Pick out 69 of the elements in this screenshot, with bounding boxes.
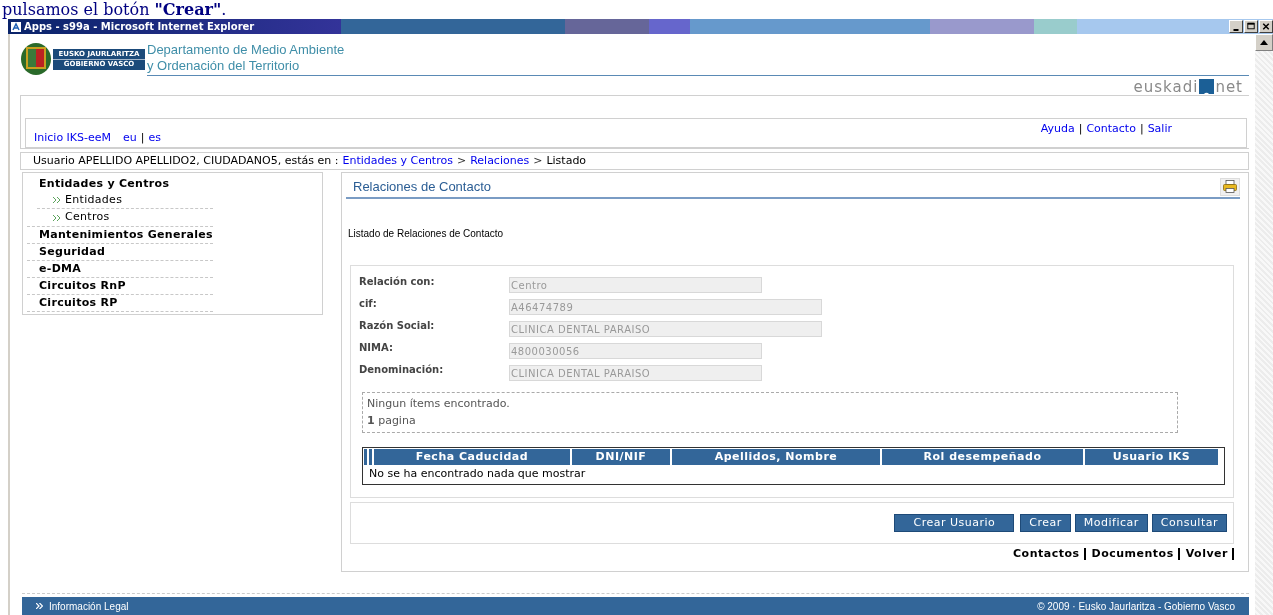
field-label: Razón Social:: [359, 319, 436, 333]
separator-text: |: [1139, 121, 1144, 137]
action-button[interactable]: Crear: [1020, 514, 1071, 532]
sidebar-subitem[interactable]: Entidades: [65, 191, 123, 209]
home-link[interactable]: Inicio IKS-eeM: [34, 129, 112, 146]
maximize-icon: [1245, 21, 1257, 32]
field-label: Relación con:: [359, 275, 436, 289]
double-chevron-icon: [36, 603, 43, 609]
breadcrumb-separator: >: [456, 152, 467, 169]
minimize-button[interactable]: [1229, 20, 1243, 33]
sidebar-item[interactable]: Circuitos RnP: [27, 278, 213, 294]
panel-subtitle: Listado de Relaciones de Contacto: [347, 227, 505, 241]
column-header[interactable]: Usuario IKS: [1085, 449, 1218, 465]
sidebar-item[interactable]: Mantenimientos Generales: [27, 227, 213, 243]
maximize-button[interactable]: [1244, 20, 1258, 33]
breadcrumb-separator: >: [533, 152, 543, 169]
language-link[interactable]: es: [148, 129, 161, 146]
scroll-up-button[interactable]: [1255, 34, 1273, 51]
department-name: Departamento de Medio Ambiente: [147, 42, 345, 58]
print-button[interactable]: [1220, 177, 1240, 196]
page-count: 1 pagina: [367, 413, 417, 429]
separator-text: |: [1078, 121, 1083, 137]
sidebar-item[interactable]: e-DMA: [27, 261, 213, 277]
footer-link[interactable]: Contactos: [1013, 548, 1086, 560]
empty-table-message: No se ha encontrado nada que mostrar: [368, 466, 587, 482]
portal-mark-icon: [1199, 79, 1215, 94]
header-link[interactable]: Contacto: [1086, 121, 1136, 138]
browser-icon: [10, 20, 22, 33]
user-greeting: Usuario APELLIDO APELLIDO2, CIUDADANO5, estás en :: [33, 152, 339, 169]
breadcrumb-link[interactable]: Entidades y Centros: [342, 152, 453, 170]
department-name: y Ordenación del Territorio: [147, 58, 300, 74]
close-icon: [1260, 21, 1272, 32]
action-button[interactable]: Crear Usuario: [894, 514, 1015, 532]
double-chevron-icon: [53, 197, 61, 203]
results-message: Ningun ítems encontrado.: [367, 396, 511, 412]
breadcrumb-link[interactable]: Relaciones: [470, 152, 530, 170]
double-chevron-icon: [53, 214, 61, 221]
footer-link[interactable]: Volver: [1185, 548, 1234, 560]
close-button[interactable]: [1259, 20, 1273, 33]
field-label: NIMA:: [359, 341, 394, 355]
sidebar-item[interactable]: Seguridad: [27, 244, 213, 260]
portal-logo-text: net: [1215, 80, 1243, 94]
language-link[interactable]: eu: [123, 129, 137, 146]
footer-link[interactable]: Documentos: [1091, 548, 1180, 560]
scrollbar[interactable]: [1255, 34, 1273, 615]
coat-of-arms-icon: [20, 42, 52, 76]
minimize-icon: [1233, 28, 1239, 31]
action-button[interactable]: Modificar: [1074, 514, 1148, 532]
action-button[interactable]: Consultar: [1151, 514, 1227, 532]
column-header[interactable]: DNI/NIF: [572, 449, 670, 465]
separator-text: |: [140, 129, 145, 146]
header-link[interactable]: Ayuda: [1040, 121, 1075, 138]
window-title: Apps - s99a - Microsoft Internet Explorer: [24, 21, 255, 32]
caption-text: pulsamos el botón "Crear".: [1, 0, 227, 19]
sidebar-item[interactable]: Entidades y Centros: [27, 176, 213, 192]
sidebar-subitem[interactable]: Centros: [65, 209, 110, 226]
header-link[interactable]: Salir: [1147, 121, 1172, 138]
field-label: cif:: [359, 297, 378, 311]
panel-title: Relaciones de Contacto: [353, 177, 492, 196]
column-header[interactable]: Fecha Caducidad: [374, 449, 570, 465]
column-header[interactable]: Apellidos, Nombre: [672, 449, 880, 465]
breadcrumb-current: Listado: [546, 152, 587, 169]
sidebar-item[interactable]: Circuitos RP: [27, 295, 213, 311]
arrow-up-icon: [1260, 40, 1268, 45]
legal-info-link[interactable]: Información Legal: [49, 598, 129, 614]
portal-logo-text: euskadi: [1133, 80, 1199, 94]
field-label: Denominación:: [359, 363, 445, 377]
copyright-text: © 2009 · Eusko Jaurlaritza - Gobierno Vasco: [1037, 599, 1235, 614]
column-header[interactable]: Rol desempeñado: [882, 449, 1083, 465]
